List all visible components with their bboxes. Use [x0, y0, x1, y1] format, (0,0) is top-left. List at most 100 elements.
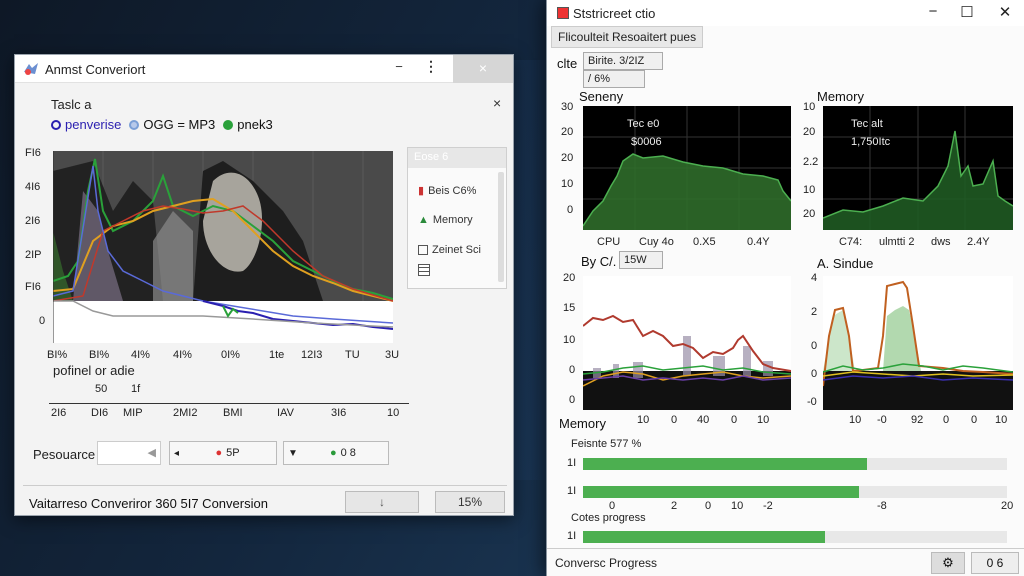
- progress-bar: [583, 486, 1007, 498]
- context-menu-item[interactable]: Zeinet Sci: [418, 244, 481, 256]
- y-tick-label: 10: [561, 178, 574, 190]
- bar-row-label: 1I: [567, 457, 577, 469]
- x-tick-label: -0: [877, 414, 887, 426]
- download-button[interactable]: ↓: [345, 491, 419, 513]
- x-tick-label: 12I3: [301, 349, 323, 361]
- y-tick-label: 4: [811, 272, 818, 284]
- context-menu: Eose 6 ▮ Beis C6% ▲ Memory Zeinet Sci: [407, 147, 507, 289]
- bar-axis-label: 0: [609, 500, 616, 512]
- grid-icon[interactable]: [418, 264, 430, 276]
- y-tick-label: 2.2: [803, 156, 819, 168]
- progress-bar-fill: [583, 486, 859, 498]
- menu-button[interactable]: ⋮: [423, 58, 439, 75]
- info-box[interactable]: Birite. 3/2IZ: [583, 52, 663, 70]
- title-bar: Ststricreet ctio − ☐ ✕: [547, 0, 1024, 26]
- bycpu-box[interactable]: 15W: [619, 251, 663, 269]
- memory-chart-title: Memory: [817, 89, 864, 104]
- x-tick-label: 10: [995, 414, 1008, 426]
- close-button[interactable]: ×: [453, 55, 513, 83]
- adt-label: A. Sindue: [817, 256, 874, 271]
- y-tick-label: 10: [803, 184, 816, 196]
- y-tick-label: 20: [563, 272, 576, 284]
- x-tick-label: 2.4Y: [967, 236, 990, 248]
- disk-chart: [583, 276, 791, 410]
- x-tick-label: 3U: [385, 349, 400, 361]
- info-box[interactable]: / 6%: [583, 70, 645, 88]
- x-tick-label: BMI: [223, 407, 243, 419]
- bar-axis-label: -8: [877, 500, 887, 512]
- panel-close-button[interactable]: ×: [493, 95, 501, 111]
- sub-chart-label: pofinel or adie: [53, 363, 135, 378]
- bar-axis-label: 0: [705, 500, 712, 512]
- maximize-button[interactable]: ☐: [957, 3, 977, 21]
- bar-row-label: 1I: [567, 530, 577, 542]
- context-menu-scrollbar[interactable]: [498, 172, 504, 282]
- dropdown-arrow-icon: ◀: [147, 447, 156, 459]
- y-tick-label: 20: [561, 152, 574, 164]
- cpu-chart-text: Tec e0: [627, 118, 660, 130]
- bar-title: Feisnte 577 %: [571, 438, 642, 450]
- x-tick-label: dws: [931, 236, 951, 248]
- y-tick-label: 4I6: [25, 181, 41, 193]
- resource-button-1[interactable]: ◂ ● 5P: [169, 441, 277, 465]
- cpu-chart-value: $0006: [631, 136, 662, 148]
- y-tick-label: 20: [803, 126, 816, 138]
- context-menu-item[interactable]: ▲ Memory: [418, 214, 473, 226]
- chevron-down-icon: ▼: [288, 447, 298, 459]
- context-menu-item[interactable]: ▮ Beis C6%: [418, 184, 476, 198]
- x-tick-label: 0I%: [221, 349, 240, 361]
- x-tick-label: IAV: [277, 407, 294, 419]
- progress-percent: 15%: [435, 491, 505, 513]
- x-tick-label: 10: [757, 414, 770, 426]
- minimize-button[interactable]: −: [923, 3, 943, 20]
- cpu-chart: [583, 106, 791, 230]
- bar-title: Cotes progress: [571, 512, 646, 524]
- x-tick-label: 10: [637, 414, 650, 426]
- resource-chart: [53, 151, 393, 343]
- progress-bar-fill: [583, 531, 825, 543]
- bar-axis-label: 10: [731, 500, 744, 512]
- x-tick-label: 0: [671, 414, 678, 426]
- x-tick-label: 2MI2: [173, 407, 198, 419]
- x-tick-label: 3I6: [331, 407, 347, 419]
- resource-input[interactable]: ◀: [97, 441, 161, 465]
- x-tick-label: 40: [697, 414, 710, 426]
- status-bar: Conversc Progress ⚙ 0 6: [547, 548, 1024, 576]
- close-button[interactable]: ✕: [995, 3, 1015, 21]
- y-tick-label: 0: [811, 340, 818, 352]
- legend-item: pnek3: [223, 117, 273, 132]
- x-tick-label: 4I%: [131, 349, 150, 361]
- x-tick-label: 0.X5: [693, 236, 716, 248]
- legend-dot-icon: [129, 119, 140, 130]
- y-tick-label: 2I6: [25, 215, 41, 227]
- resource-label: Pesouarce: [33, 447, 96, 462]
- x-tick-label: 0: [943, 414, 950, 426]
- chart-legend: penverise OGG = MP3 pnek3: [51, 117, 273, 132]
- y-tick-label: 30: [561, 101, 574, 113]
- memory-chart-text: Tec alt: [851, 118, 883, 130]
- resource-button-2[interactable]: ▼ ● 0 8: [283, 441, 389, 465]
- y-tick-label: 0: [569, 364, 576, 376]
- x-tick-label: 0: [731, 414, 738, 426]
- cursor-icon: ◂: [174, 447, 180, 459]
- memory-chart-value: 1,750Itc: [851, 136, 891, 148]
- bar-axis-label: 20: [1001, 500, 1014, 512]
- converter-window: Anmst Converiort − ⋮ × Taslc a × penveri…: [14, 54, 514, 516]
- app-icon: [557, 7, 569, 19]
- y-tick-label: 0: [811, 368, 818, 380]
- x-tick-label: DI6: [91, 407, 109, 419]
- bar-axis-label: 2: [671, 500, 678, 512]
- status-text: Vaitarreso Converiror 360 5I7 Conversion: [29, 496, 268, 511]
- settings-gear-icon[interactable]: ⚙: [931, 552, 965, 574]
- panel-title: Taslc a: [51, 97, 92, 112]
- status-text: Conversc Progress: [555, 556, 658, 570]
- status-percent: 0 6: [971, 552, 1019, 574]
- y-tick-label: 20: [561, 126, 574, 138]
- tab-resources[interactable]: Flicoulteit Resoaitert pues: [551, 26, 704, 48]
- cpu-chart-title: Seneny: [579, 89, 624, 104]
- legend-item: penverise: [51, 117, 121, 132]
- y-tick-label: 2IP: [25, 249, 42, 261]
- minimize-button[interactable]: −: [389, 59, 409, 74]
- y-tick-label: FI6: [25, 281, 41, 293]
- y-tick-label: -0: [807, 396, 817, 408]
